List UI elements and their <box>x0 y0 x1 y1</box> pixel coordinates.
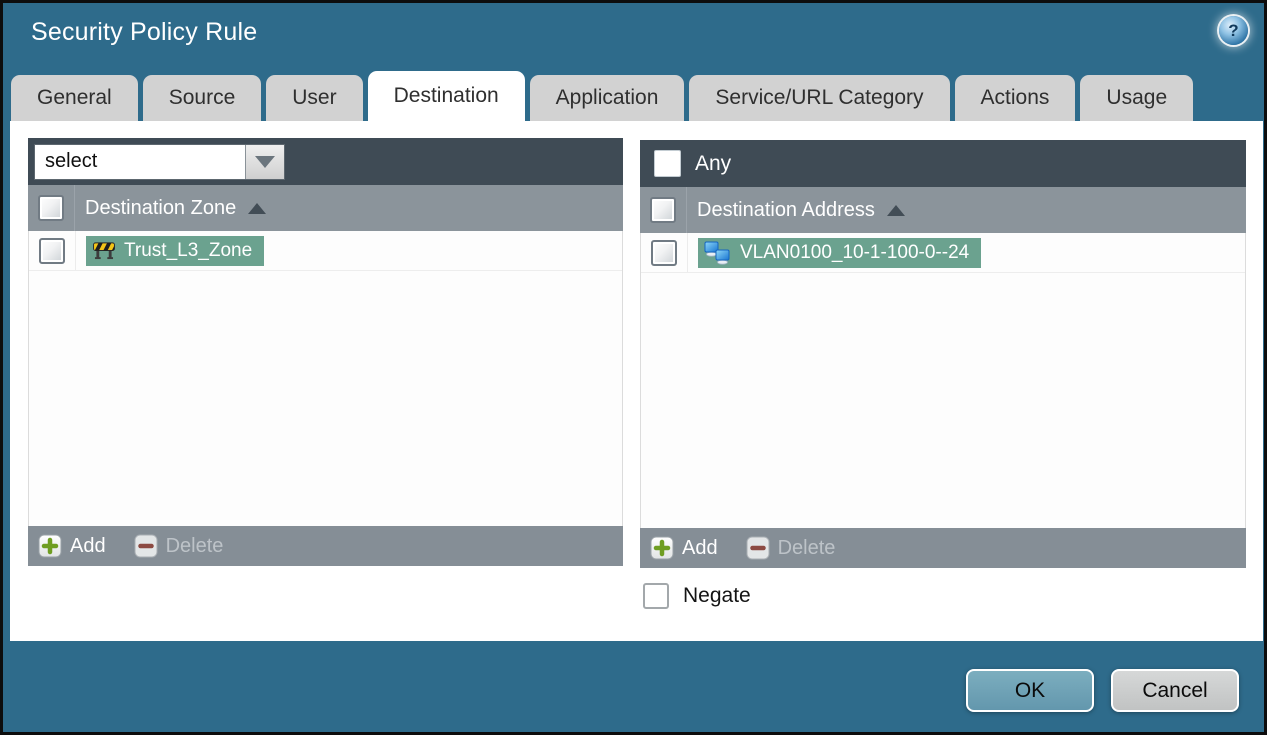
delete-address-button[interactable]: Delete <box>746 536 836 560</box>
ok-button[interactable]: OK <box>966 669 1094 712</box>
cancel-button[interactable]: Cancel <box>1111 669 1239 712</box>
delete-label: Delete <box>165 534 224 557</box>
chevron-down-icon <box>255 155 275 168</box>
any-bar: Any <box>640 140 1246 187</box>
dialog-titlebar: Security Policy Rule ? <box>3 3 1264 68</box>
sort-ascending-icon[interactable] <box>248 202 267 214</box>
destination-zone-panel: Destination Zone <box>28 138 623 566</box>
tab-service-url-category[interactable]: Service/URL Category <box>689 75 950 121</box>
add-icon <box>650 536 674 560</box>
zone-row-checkbox[interactable] <box>39 237 65 264</box>
address-tag[interactable]: VLAN0100_10-1-100-0--24 <box>698 237 982 268</box>
tab-application[interactable]: Application <box>529 75 685 121</box>
delete-icon <box>746 536 770 560</box>
address-select-all-checkbox[interactable] <box>650 197 676 223</box>
negate-checkbox[interactable] <box>643 583 669 609</box>
zone-column-header[interactable]: Destination Zone <box>85 197 236 220</box>
address-toolbar: Add Delete <box>640 528 1246 568</box>
negate-row: Negate <box>643 583 751 609</box>
zone-toolbar: Add Delete <box>28 526 623 566</box>
address-row-checkbox[interactable] <box>651 239 677 266</box>
add-zone-button[interactable]: Add <box>38 534 106 558</box>
help-icon[interactable]: ? <box>1219 16 1248 45</box>
destination-tab-content: Destination Zone <box>10 121 1263 641</box>
add-label: Add <box>70 534 106 557</box>
tab-bar: General Source User Destination Applicat… <box>11 71 1194 121</box>
any-checkbox[interactable] <box>654 150 681 177</box>
zone-tag-label: Trust_L3_Zone <box>124 239 253 261</box>
zone-icon <box>92 241 116 260</box>
tab-actions[interactable]: Actions <box>954 75 1076 121</box>
tab-usage[interactable]: Usage <box>1080 75 1194 121</box>
any-label: Any <box>695 151 732 175</box>
zone-row-checkbox-cell <box>29 231 76 270</box>
zone-tag[interactable]: Trust_L3_Zone <box>86 235 265 266</box>
address-table-header: Destination Address <box>640 187 1246 233</box>
add-address-button[interactable]: Add <box>650 536 718 560</box>
delete-zone-button[interactable]: Delete <box>134 534 224 558</box>
zone-table-body: Trust_L3_Zone <box>28 231 623 526</box>
zone-select-dropdown-button[interactable] <box>245 144 284 179</box>
address-table-body: VLAN0100_10-1-100-0--24 <box>640 233 1246 528</box>
zone-select-bar <box>28 138 623 185</box>
tab-destination[interactable]: Destination <box>367 71 525 121</box>
table-row: VLAN0100_10-1-100-0--24 <box>641 233 1245 273</box>
address-tag-label: VLAN0100_10-1-100-0--24 <box>740 241 970 263</box>
destination-address-panel: Any Destination Address VLAN0100_10-1-10… <box>640 140 1246 568</box>
zone-select-all-checkbox[interactable] <box>38 195 64 221</box>
add-label: Add <box>682 536 718 559</box>
network-icon <box>704 241 732 265</box>
sort-ascending-icon[interactable] <box>886 204 905 216</box>
add-icon <box>38 534 62 558</box>
security-policy-rule-dialog: Security Policy Rule ? General Source Us… <box>0 0 1267 735</box>
tab-source[interactable]: Source <box>142 75 262 121</box>
address-header-checkbox-cell <box>640 187 687 233</box>
delete-label: Delete <box>777 536 836 559</box>
zone-header-checkbox-cell <box>28 185 75 231</box>
tab-user[interactable]: User <box>266 75 363 121</box>
tab-general[interactable]: General <box>11 75 138 121</box>
address-row-checkbox-cell <box>641 233 688 272</box>
address-column-header[interactable]: Destination Address <box>697 199 875 222</box>
table-row: Trust_L3_Zone <box>29 231 622 271</box>
zone-table-header: Destination Zone <box>28 185 623 231</box>
dialog-title: Security Policy Rule <box>31 18 258 46</box>
zone-select-combo <box>34 143 285 180</box>
zone-select-input[interactable] <box>35 144 245 179</box>
delete-icon <box>134 534 158 558</box>
negate-label: Negate <box>683 584 751 607</box>
